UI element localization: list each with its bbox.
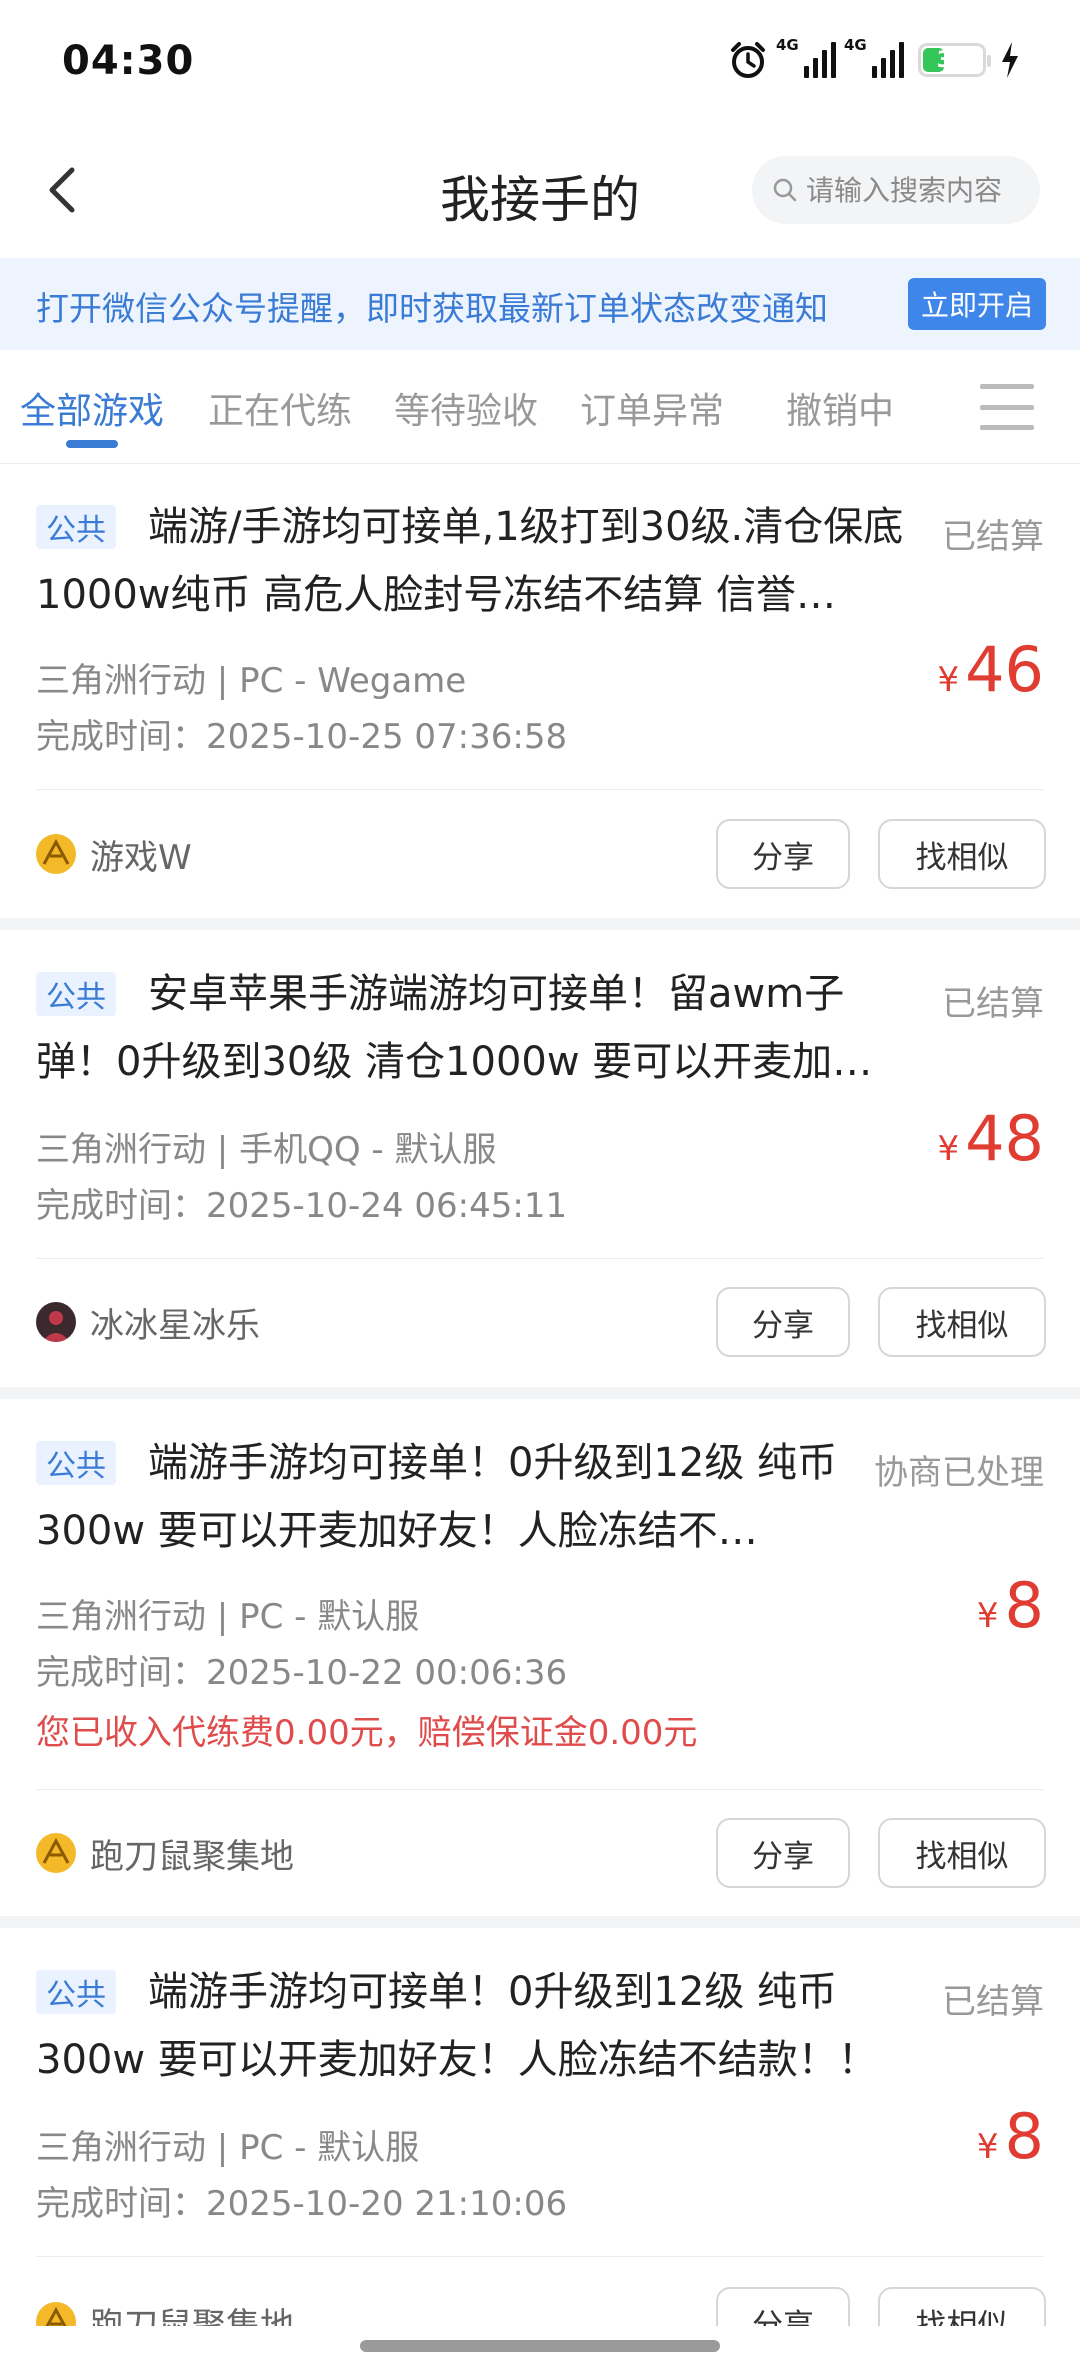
order-price: ¥ 46	[937, 633, 1044, 706]
enable-now-button[interactable]: 立即开启	[908, 278, 1046, 330]
tab-bar: 全部游戏 正在代练 等待验收 订单异常 撤销中	[0, 352, 1080, 464]
avatar-icon	[42, 838, 70, 865]
tab-active-indicator	[66, 440, 118, 448]
currency-symbol: ¥	[976, 2127, 999, 2167]
card-separator	[0, 1387, 1080, 1399]
avatar-icon	[42, 1311, 70, 1342]
currency-symbol: ¥	[976, 1596, 999, 1636]
header: 我接手的	[0, 130, 1080, 250]
charging-icon	[1002, 42, 1018, 78]
order-status: 协商已处理	[874, 1453, 1044, 1493]
order-title: 安卓苹果手游端游均可接单！留awm子弹！0升级到30级 清仓1000w 要可以开…	[36, 971, 873, 1085]
avatar	[36, 1833, 76, 1873]
chevron-left-icon	[49, 167, 75, 213]
order-card[interactable]: 公共 端游手游均可接单！0升级到12级 纯币300w 要可以开麦加好友！人脸冻结…	[0, 1401, 1080, 1917]
currency-symbol: ¥	[937, 660, 960, 700]
finish-time: 完成时间：2025-10-20 21:10:06	[36, 2184, 568, 2224]
order-title: 端游/手游均可接单,1级打到30级.清仓保底1000w纯币 高危人脸封号冻结不结…	[36, 504, 904, 618]
find-similar-button[interactable]: 找相似	[878, 1818, 1046, 1888]
game-info: 三角洲行动 | PC - 默认服	[36, 1597, 420, 1637]
order-title: 端游手游均可接单！0升级到12级 纯币300w 要可以开麦加好友！人脸冻结不结款…	[36, 1969, 878, 2083]
divider	[36, 1258, 1044, 1259]
menu-icon[interactable]	[980, 384, 1034, 430]
compensation-note: 您已收入代练费0.00元，赔偿保证金0.00元	[36, 1713, 698, 1753]
search-input[interactable]	[806, 173, 1026, 207]
avatar-icon	[42, 1837, 70, 1864]
avatar	[36, 834, 76, 874]
find-similar-button[interactable]: 找相似	[878, 819, 1046, 889]
game-info: 三角洲行动 | PC - Wegame	[36, 661, 467, 701]
divider	[36, 789, 1044, 790]
home-indicator[interactable]	[360, 2340, 720, 2352]
signal-icon: 4G	[776, 36, 836, 78]
banner-text: 打开微信公众号提醒，即时获取最新订单状态改变通知	[36, 289, 828, 328]
card-separator	[0, 1916, 1080, 1928]
status-time: 04:30	[62, 38, 195, 84]
tab-all-games[interactable]: 全部游戏	[20, 382, 164, 434]
signal-icon: 4G	[844, 36, 904, 78]
divider	[36, 1789, 1044, 1790]
battery-percent: 34	[936, 47, 968, 73]
status-bar: 04:30 4G 4G 34	[0, 0, 1080, 130]
alarm-icon	[731, 42, 765, 78]
order-card[interactable]: 公共 安卓苹果手游端游均可接单！留awm子弹！0升级到30级 清仓1000w 要…	[0, 932, 1080, 1392]
divider	[36, 2256, 1044, 2257]
share-button[interactable]: 分享	[716, 1287, 850, 1357]
price-amount: 48	[965, 1102, 1044, 1175]
user-name: 跑刀鼠聚集地	[90, 1837, 294, 1877]
finish-time: 完成时间：2025-10-25 07:36:58	[36, 717, 568, 757]
wechat-notice-banner: 打开微信公众号提醒，即时获取最新订单状态改变通知 立即开启	[0, 258, 1080, 350]
price-amount: 8	[1004, 2100, 1044, 2173]
order-card[interactable]: 公共 端游/手游均可接单,1级打到30级.清仓保底1000w纯币 高危人脸封号冻…	[0, 465, 1080, 925]
game-info: 三角洲行动 | PC - 默认服	[36, 2128, 420, 2168]
order-price: ¥ 48	[937, 1102, 1044, 1175]
avatar	[36, 1302, 76, 1342]
user-name: 游戏W	[90, 838, 192, 878]
order-title: 端游手游均可接单！0升级到12级 纯币300w 要可以开麦加好友！人脸冻结不…	[36, 1440, 838, 1554]
price-amount: 8	[1004, 1569, 1044, 1642]
battery-icon: 34	[918, 43, 991, 77]
share-button[interactable]: 分享	[716, 819, 850, 889]
status-icons: 4G 4G 34	[728, 36, 1020, 80]
finish-time: 完成时间：2025-10-24 06:45:11	[36, 1186, 568, 1226]
signal-label: 4G	[844, 36, 867, 54]
price-amount: 46	[965, 633, 1044, 706]
finish-time: 完成时间：2025-10-22 00:06:36	[36, 1653, 568, 1693]
card-separator	[0, 918, 1080, 930]
tab-revoking[interactable]: 撤销中	[786, 382, 894, 434]
find-similar-button[interactable]: 找相似	[878, 1287, 1046, 1357]
game-info: 三角洲行动 | 手机QQ - 默认服	[36, 1130, 497, 1170]
order-status: 已结算	[942, 1982, 1044, 2022]
order-price: ¥ 8	[977, 2100, 1044, 2173]
currency-symbol: ¥	[937, 1129, 960, 1169]
order-price: ¥ 8	[977, 1569, 1044, 1642]
search-box[interactable]	[752, 156, 1040, 224]
back-button[interactable]	[30, 158, 94, 222]
order-status: 已结算	[942, 517, 1044, 557]
tab-order-exception[interactable]: 订单异常	[580, 382, 724, 434]
order-card[interactable]: 公共 端游手游均可接单！0升级到12级 纯币300w 要可以开麦加好友！人脸冻结…	[0, 1930, 1080, 2357]
user-name: 冰冰星冰乐	[90, 1306, 260, 1346]
tab-in-progress[interactable]: 正在代练	[208, 382, 352, 434]
share-button[interactable]: 分享	[716, 1818, 850, 1888]
signal-label: 4G	[776, 36, 799, 54]
order-status: 已结算	[942, 984, 1044, 1024]
tab-awaiting-acceptance[interactable]: 等待验收	[394, 382, 538, 434]
search-icon	[773, 178, 797, 202]
